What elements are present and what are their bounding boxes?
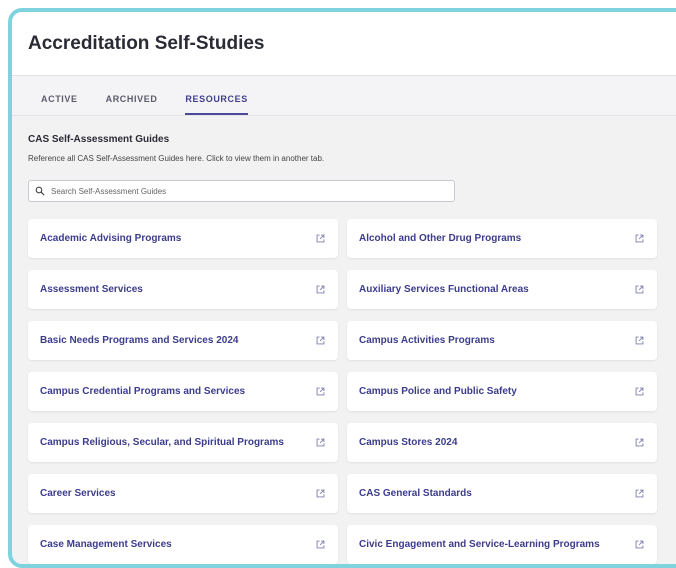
- guide-card[interactable]: Assessment Services: [28, 270, 338, 309]
- external-link-icon: [316, 234, 325, 243]
- external-link-icon: [635, 540, 644, 549]
- guide-card-label: Campus Activities Programs: [359, 335, 495, 346]
- resources-panel: CAS Self-Assessment Guides Reference all…: [12, 116, 676, 564]
- section-title: CAS Self-Assessment Guides: [28, 134, 170, 145]
- guide-card[interactable]: Alcohol and Other Drug Programs: [347, 219, 657, 258]
- page-title: Accreditation Self-Studies: [28, 32, 265, 54]
- guide-card[interactable]: Career Services: [28, 474, 338, 513]
- external-link-icon: [316, 540, 325, 549]
- external-link-icon: [316, 285, 325, 294]
- external-link-icon: [635, 285, 644, 294]
- guide-card-label: Assessment Services: [40, 284, 143, 295]
- guide-card[interactable]: Case Management Services: [28, 525, 338, 564]
- guide-card[interactable]: CAS General Standards: [347, 474, 657, 513]
- guide-card-label: Campus Stores 2024: [359, 437, 458, 448]
- guide-card[interactable]: Campus Police and Public Safety: [347, 372, 657, 411]
- guide-card[interactable]: Campus Credential Programs and Services: [28, 372, 338, 411]
- guide-card[interactable]: Civic Engagement and Service-Learning Pr…: [347, 525, 657, 564]
- guide-card-label: Auxiliary Services Functional Areas: [359, 284, 529, 295]
- app-window: Accreditation Self-Studies ACTIVE ARCHIV…: [8, 8, 676, 568]
- search-box[interactable]: [28, 180, 455, 202]
- external-link-icon: [635, 387, 644, 396]
- external-link-icon: [316, 438, 325, 447]
- guide-card-label: Career Services: [40, 488, 116, 499]
- guide-card[interactable]: Campus Stores 2024: [347, 423, 657, 462]
- guide-card-label: Academic Advising Programs: [40, 233, 182, 244]
- guide-card-label: Campus Credential Programs and Services: [40, 386, 246, 397]
- guide-card[interactable]: Basic Needs Programs and Services 2024: [28, 321, 338, 360]
- page-header: Accreditation Self-Studies: [12, 12, 676, 76]
- search-icon: [35, 186, 45, 196]
- external-link-icon: [316, 489, 325, 498]
- tab-archived[interactable]: ARCHIVED: [106, 94, 158, 115]
- search-input[interactable]: [49, 185, 433, 197]
- tab-active[interactable]: ACTIVE: [41, 94, 78, 115]
- guide-grid: Academic Advising Programs Alcohol and O…: [28, 219, 676, 564]
- tab-bar: ACTIVE ARCHIVED RESOURCES: [12, 76, 676, 116]
- guide-card-label: Case Management Services: [40, 539, 172, 550]
- guide-card[interactable]: Academic Advising Programs: [28, 219, 338, 258]
- external-link-icon: [316, 387, 325, 396]
- guide-card[interactable]: Auxiliary Services Functional Areas: [347, 270, 657, 309]
- guide-card[interactable]: Campus Activities Programs: [347, 321, 657, 360]
- guide-card-label: Campus Religious, Secular, and Spiritual…: [40, 437, 284, 448]
- guide-card-label: Alcohol and Other Drug Programs: [359, 233, 522, 244]
- guide-card-label: Civic Engagement and Service-Learning Pr…: [359, 539, 600, 550]
- external-link-icon: [635, 234, 644, 243]
- external-link-icon: [635, 438, 644, 447]
- external-link-icon: [635, 336, 644, 345]
- guide-card[interactable]: Campus Religious, Secular, and Spiritual…: [28, 423, 338, 462]
- external-link-icon: [635, 489, 644, 498]
- guide-card-label: CAS General Standards: [359, 488, 472, 499]
- external-link-icon: [316, 336, 325, 345]
- section-description: Reference all CAS Self-Assessment Guides…: [28, 154, 325, 163]
- tab-resources[interactable]: RESOURCES: [185, 94, 248, 115]
- guide-card-label: Campus Police and Public Safety: [359, 386, 517, 397]
- guide-card-label: Basic Needs Programs and Services 2024: [40, 335, 239, 346]
